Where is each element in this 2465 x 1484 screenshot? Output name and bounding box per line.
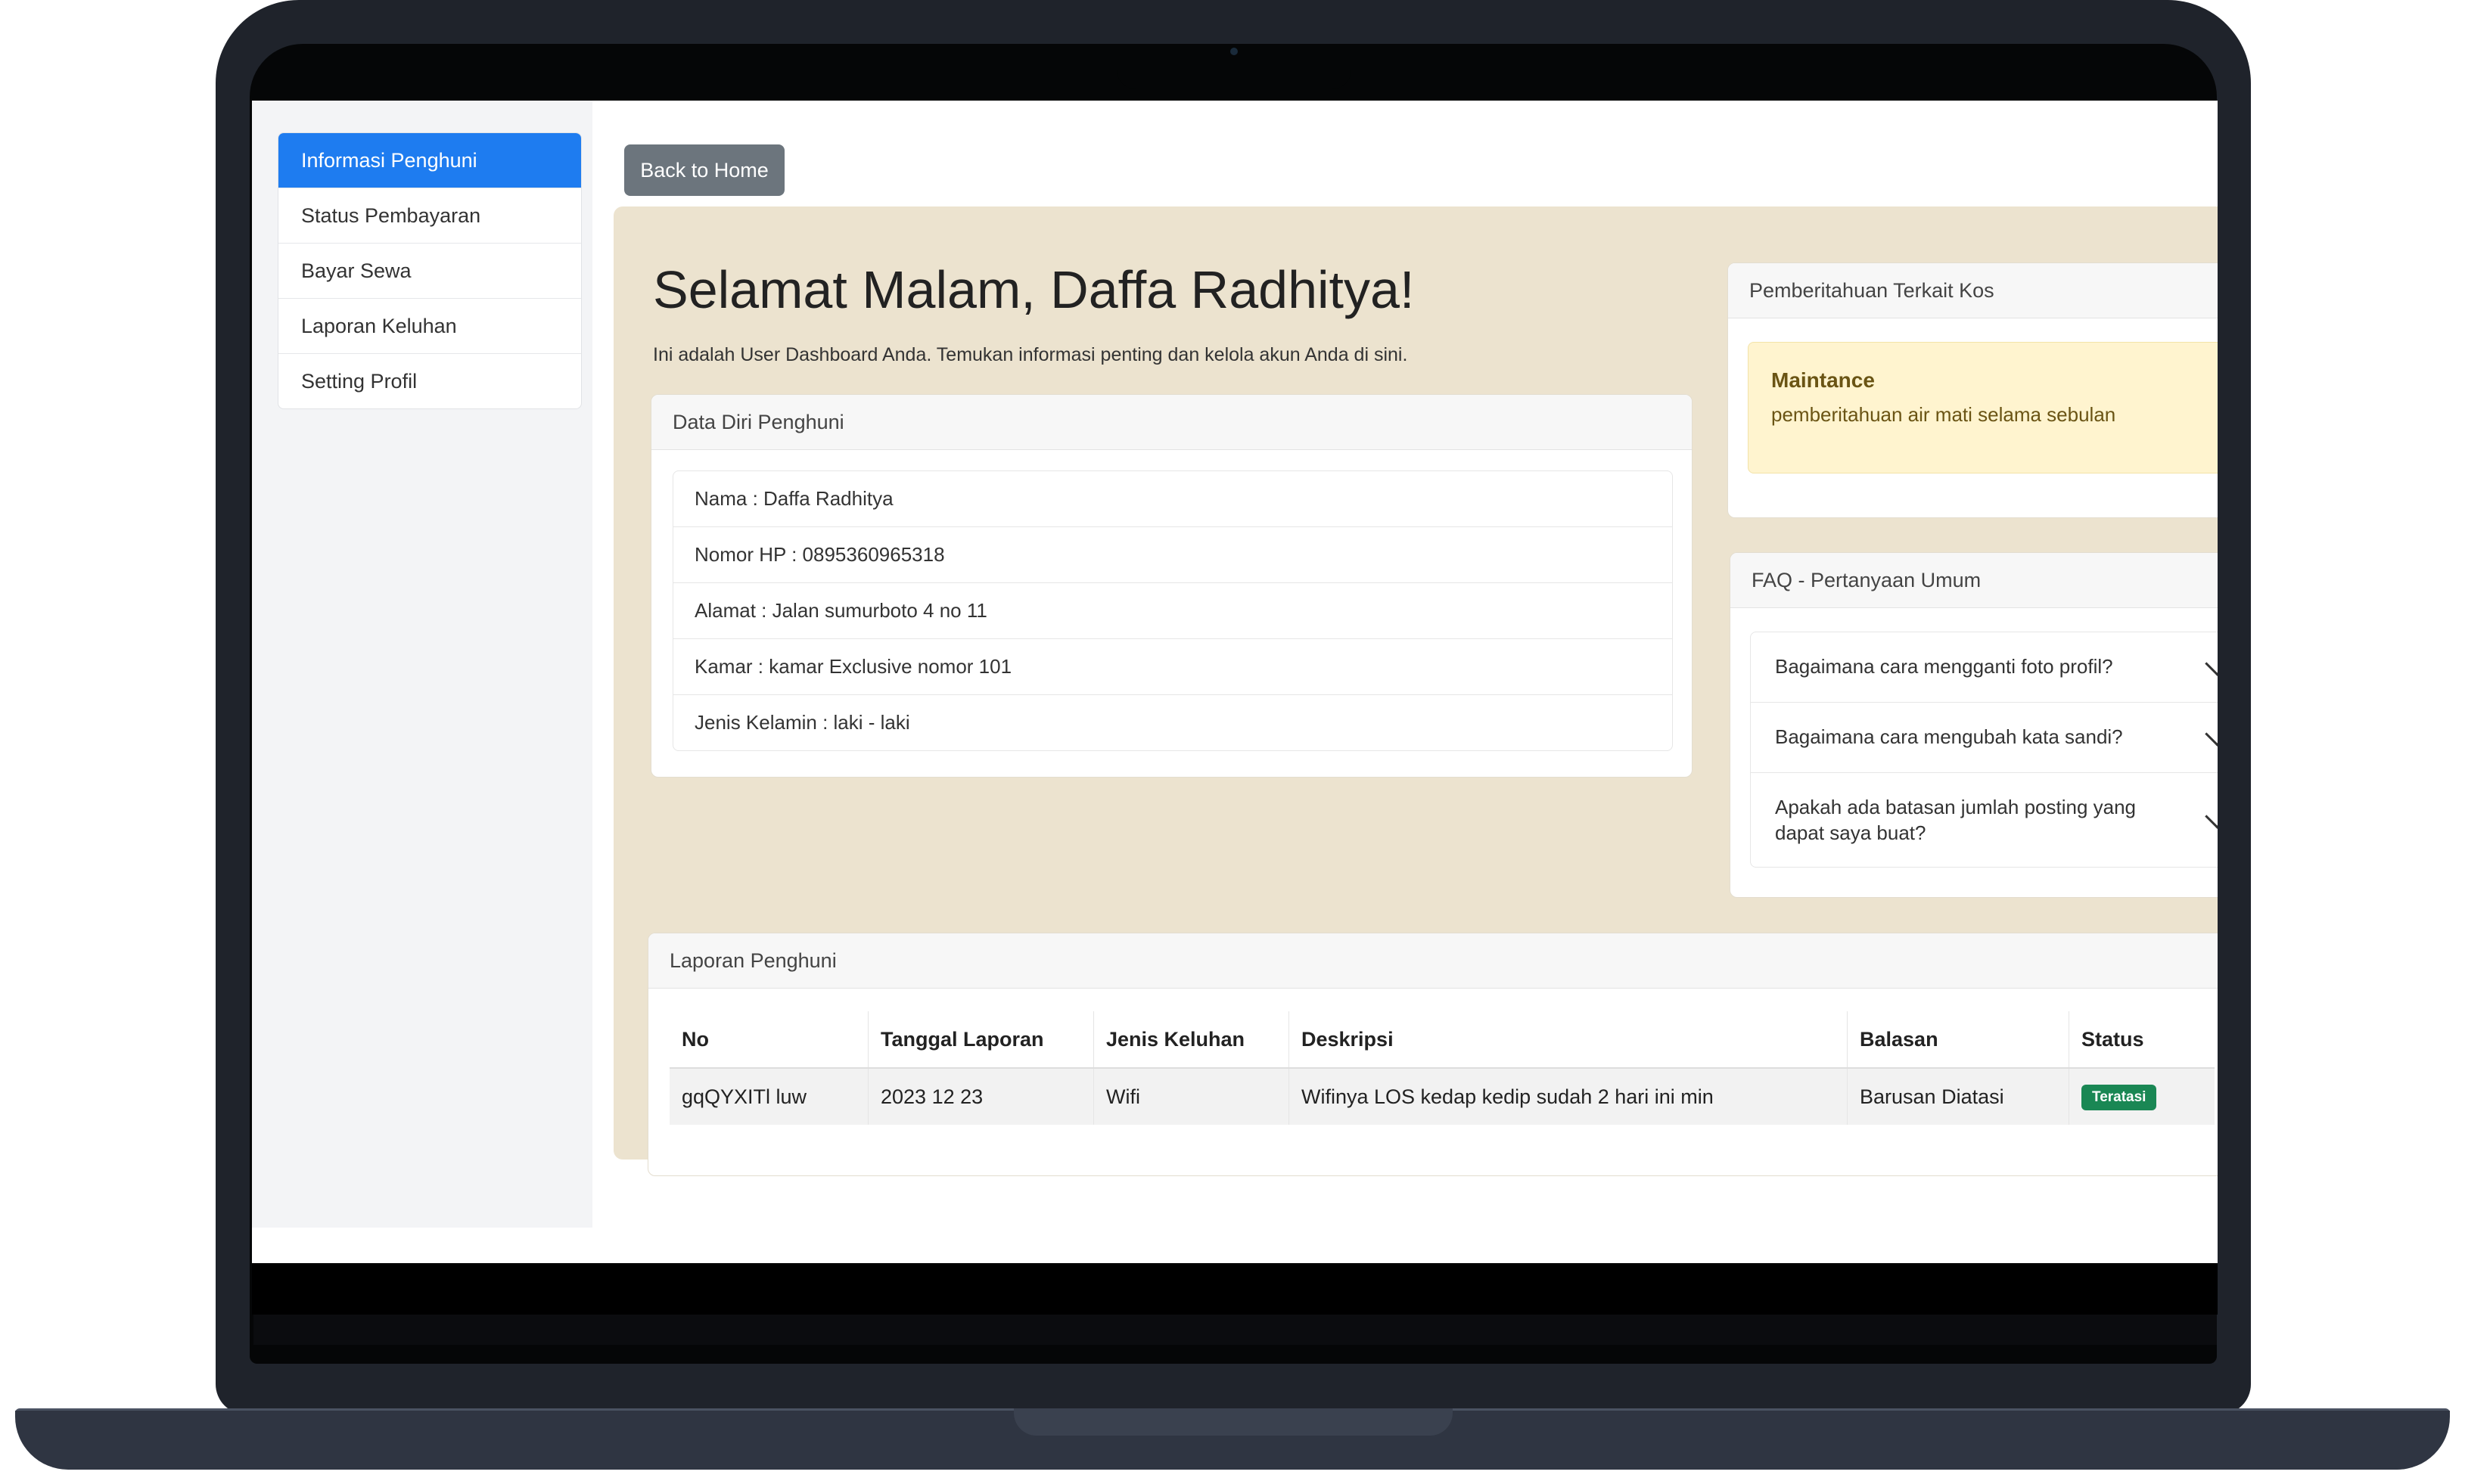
alert-title: Maintance	[1771, 368, 1875, 392]
laptop-chin	[253, 1315, 2217, 1345]
faq-card-title: FAQ - Pertanyaan Umum	[1730, 553, 2218, 608]
chevron-down-icon	[2205, 651, 2218, 676]
faq-question: Apakah ada batasan jumlah posting yang d…	[1775, 796, 2137, 844]
notification-card: Pemberitahuan Terkait Kos Maintance pemb…	[1727, 262, 2218, 518]
camera-icon	[1230, 48, 1238, 55]
faq-item-change-photo[interactable]: Bagaimana cara mengganti foto profil?	[1751, 632, 2218, 702]
profile-room: Kamar : kamar Exclusive nomor 101	[673, 638, 1672, 694]
sidebar-item-bayar-sewa[interactable]: Bayar Sewa	[278, 243, 581, 298]
page-subtitle: Ini adalah User Dashboard Anda. Temukan …	[653, 344, 1408, 365]
faq-question: Bagaimana cara mengganti foto profil?	[1775, 655, 2113, 678]
profile-phone: Nomor HP : 0895360965318	[673, 526, 1672, 582]
cell-no: gqQYXITl luw	[670, 1067, 869, 1125]
sidebar-item-status-pembayaran[interactable]: Status Pembayaran	[278, 188, 581, 243]
column-header-description: Deskripsi	[1288, 1011, 1848, 1069]
faq-item-post-limit[interactable]: Apakah ada batasan jumlah posting yang d…	[1751, 772, 2218, 867]
profile-card-title: Data Diri Penghuni	[651, 395, 1692, 450]
faq-accordion: Bagaimana cara mengganti foto profil? Ba…	[1750, 632, 2218, 868]
cell-status: Teratasi	[2069, 1067, 2215, 1125]
sidebar-item-laporan-keluhan[interactable]: Laporan Keluhan	[278, 298, 581, 353]
column-header-status: Status	[2069, 1011, 2215, 1069]
sidebar: Informasi Penghuni Status Pembayaran Bay…	[252, 101, 592, 1228]
cell-reply: Barusan Diatasi	[1847, 1067, 2069, 1125]
column-header-reply: Balasan	[1847, 1011, 2069, 1069]
profile-card: Data Diri Penghuni Nama : Daffa Radhitya…	[651, 394, 1693, 778]
column-header-date: Tanggal Laporan	[868, 1011, 1094, 1069]
cell-date: 2023 12 23	[868, 1067, 1094, 1125]
sidebar-menu: Informasi Penghuni Status Pembayaran Bay…	[278, 132, 582, 409]
column-header-type: Jenis Keluhan	[1093, 1011, 1289, 1069]
cell-type: Wifi	[1093, 1067, 1289, 1125]
table-row: gqQYXITl luw 2023 12 23 Wifi Wifinya LOS…	[670, 1067, 2215, 1125]
screen-black-band	[252, 1263, 2218, 1315]
notification-card-title: Pemberitahuan Terkait Kos	[1728, 263, 2218, 318]
report-table: No Tanggal Laporan Jenis Keluhan Deskrip…	[670, 1011, 2215, 1125]
report-card: Laporan Penghuni No Tanggal Laporan Jeni…	[648, 933, 2218, 1176]
laptop-groove	[1014, 1408, 1453, 1436]
sidebar-item-setting-profil[interactable]: Setting Profil	[278, 353, 581, 408]
chevron-down-icon	[2205, 804, 2218, 829]
faq-question: Bagaimana cara mengubah kata sandi?	[1775, 725, 2123, 748]
alert-text: pemberitahuan air mati selama sebulan	[1771, 403, 2116, 426]
faq-item-change-password[interactable]: Bagaimana cara mengubah kata sandi?	[1751, 702, 2218, 772]
page-title: Selamat Malam, Daffa Radhitya!	[653, 260, 1415, 319]
app-screen: Informasi Penghuni Status Pembayaran Bay…	[252, 101, 2218, 1263]
profile-name: Nama : Daffa Radhitya	[695, 487, 894, 510]
maintenance-alert: Maintance pemberitahuan air mati selama …	[1748, 342, 2218, 473]
report-card-title: Laporan Penghuni	[648, 933, 2218, 989]
column-header-no: No	[670, 1011, 869, 1069]
profile-list: Nama : Daffa Radhitya Nomor HP : 0895360…	[673, 470, 1673, 751]
profile-address: Alamat : Jalan sumurboto 4 no 11	[673, 582, 1672, 638]
report-table-header: No Tanggal Laporan Jenis Keluhan Deskrip…	[670, 1011, 2215, 1069]
status-badge: Teratasi	[2081, 1085, 2157, 1110]
sidebar-item-informasi-penghuni[interactable]: Informasi Penghuni	[278, 133, 581, 188]
chevron-down-icon	[2205, 722, 2218, 747]
back-to-home-button[interactable]: Back to Home	[624, 144, 785, 196]
faq-card: FAQ - Pertanyaan Umum Bagaimana cara men…	[1730, 552, 2218, 898]
cell-description: Wifinya LOS kedap kedip sudah 2 hari ini…	[1288, 1067, 1848, 1125]
profile-gender: Jenis Kelamin : laki - laki	[673, 694, 1672, 750]
